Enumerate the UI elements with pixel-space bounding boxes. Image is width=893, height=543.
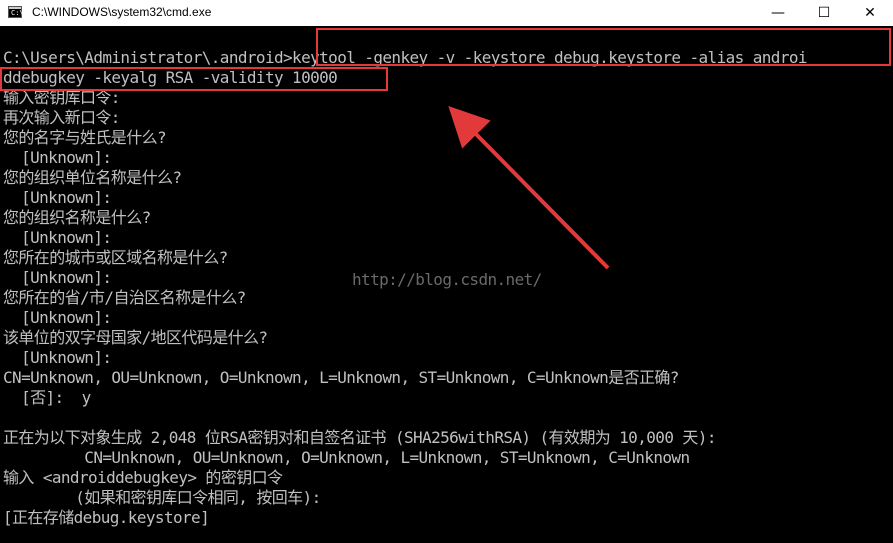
cmd-icon: C:\ bbox=[8, 6, 24, 18]
window-title: C:\WINDOWS\system32\cmd.exe bbox=[32, 5, 212, 19]
title-bar[interactable]: C:\ C:\WINDOWS\system32\cmd.exe — ☐ ✕ bbox=[0, 0, 893, 26]
console-output[interactable]: C:\Users\Administrator\.android>keytool … bbox=[0, 26, 893, 543]
maximize-button[interactable]: ☐ bbox=[801, 0, 847, 26]
minimize-button[interactable]: — bbox=[755, 0, 801, 26]
annotation-arrow-icon bbox=[448, 106, 610, 270]
close-button[interactable]: ✕ bbox=[847, 0, 893, 26]
